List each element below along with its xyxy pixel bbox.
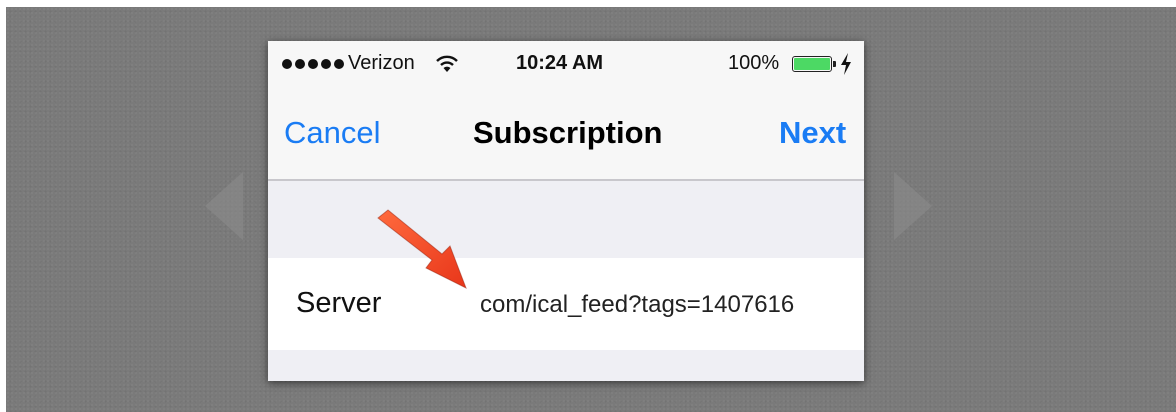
server-input[interactable]: com/ical_feed?tags=1407616 — [480, 291, 794, 319]
signal-strength-icon — [282, 59, 344, 69]
server-label: Server — [296, 287, 382, 319]
status-time: 10:24 AM — [516, 52, 604, 74]
phone-screen: Verizon 10:24 AM 100% Cancel Subscriptio… — [268, 41, 864, 381]
section-spacer — [268, 181, 864, 258]
battery-terminal — [833, 61, 836, 67]
wifi-icon — [436, 55, 458, 72]
red-pointer-arrow-icon — [377, 209, 467, 290]
section-footer-spacer — [268, 350, 864, 381]
next-button[interactable]: Next — [779, 115, 846, 151]
server-field-row[interactable]: Server com/ical_feed?tags=1407616 — [268, 258, 864, 350]
page-title: Subscription — [473, 115, 663, 150]
cancel-button[interactable]: Cancel — [284, 115, 381, 151]
next-slide-chevron-icon[interactable] — [894, 172, 932, 240]
battery-level-fill — [794, 58, 830, 70]
previous-slide-chevron-icon[interactable] — [205, 172, 243, 240]
battery-percentage: 100% — [728, 52, 780, 74]
carrier-name: Verizon — [348, 52, 415, 74]
navigation-bar: Cancel Subscription Next — [268, 91, 864, 181]
status-bar: Verizon 10:24 AM 100% — [268, 41, 864, 91]
battery-icon — [792, 56, 832, 72]
lightning-bolt-icon — [841, 53, 851, 75]
